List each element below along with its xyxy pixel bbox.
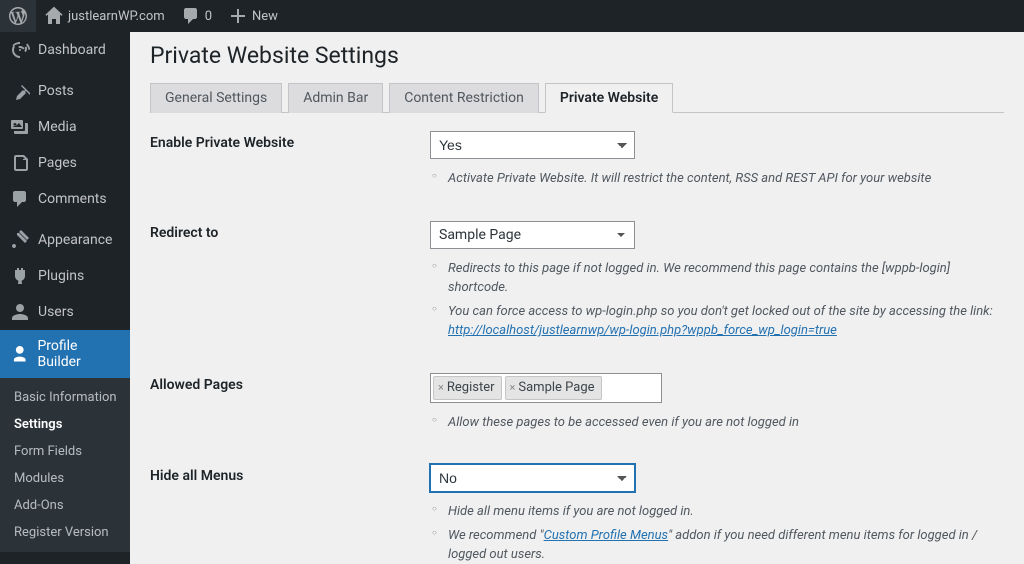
tab-general-settings[interactable]: General Settings	[150, 83, 282, 113]
dashboard-icon	[10, 40, 30, 60]
sidebar-item-tools[interactable]: Tools	[0, 557, 130, 564]
enable-private-website-select[interactable]: Yes	[430, 131, 635, 159]
remove-tag-icon[interactable]: ×	[438, 381, 444, 394]
submenu-item-form-fields[interactable]: Form Fields	[0, 438, 130, 465]
allowed-pages-label: Allowed Pages	[150, 373, 430, 437]
force-login-link[interactable]: http://localhost/justlearnwp/wp-login.ph…	[448, 323, 837, 338]
hide-all-menus-select[interactable]: No	[430, 464, 635, 492]
new-content-button[interactable]: New	[220, 0, 286, 32]
tab-private-website[interactable]: Private Website	[545, 83, 673, 113]
sidebar-label: Appearance	[38, 232, 112, 248]
tab-admin-bar[interactable]: Admin Bar	[288, 83, 383, 113]
sidebar-item-comments[interactable]: Comments	[0, 181, 130, 217]
redirect-to-label: Redirect to	[150, 221, 430, 345]
tab-content-restriction[interactable]: Content Restriction	[389, 83, 539, 113]
page-title: Private Website Settings	[150, 42, 1004, 69]
enable-desc: Activate Private Website. It will restri…	[430, 169, 1004, 189]
enable-private-website-label: Enable Private Website	[150, 131, 430, 193]
sidebar-label: Users	[38, 304, 74, 320]
sidebar-item-plugins[interactable]: Plugins	[0, 258, 130, 294]
hidemenus-desc-1: Hide all menu items if you are not logge…	[430, 502, 1004, 522]
tabs-nav: General Settings Admin Bar Content Restr…	[150, 83, 1004, 113]
sidebar-label: Media	[38, 119, 77, 135]
comments-count: 0	[205, 9, 212, 24]
sidebar-item-media[interactable]: Media	[0, 109, 130, 145]
page-icon	[10, 153, 30, 173]
wordpress-icon	[8, 6, 28, 26]
profile-icon	[10, 344, 29, 364]
comment-icon	[181, 6, 201, 26]
media-icon	[10, 117, 30, 137]
hide-all-menus-label: Hide all Menus	[150, 464, 430, 564]
pin-icon	[10, 81, 30, 101]
redirect-desc-2: You can force access to wp-login.php so …	[430, 302, 1004, 341]
redirect-to-select[interactable]: Sample Page	[430, 221, 635, 249]
wp-logo-button[interactable]	[0, 0, 36, 32]
comment-icon	[10, 189, 30, 209]
sidebar-label: Plugins	[38, 268, 84, 284]
sidebar-label: Profile Builder	[37, 338, 122, 370]
site-name-button[interactable]: justlearnWP.com	[36, 0, 173, 32]
admin-bar: justlearnWP.com 0 New	[0, 0, 1024, 32]
new-label: New	[252, 9, 278, 24]
main-content: Private Website Settings General Setting…	[130, 32, 1024, 564]
comments-button[interactable]: 0	[173, 0, 220, 32]
plugin-icon	[10, 266, 30, 286]
redirect-desc-1: Redirects to this page if not logged in.…	[430, 259, 1004, 298]
sidebar-item-posts[interactable]: Posts	[0, 73, 130, 109]
submenu-item-add-ons[interactable]: Add-Ons	[0, 492, 130, 519]
submenu-item-modules[interactable]: Modules	[0, 465, 130, 492]
plus-icon	[228, 6, 248, 26]
allowed-page-tag[interactable]: ×Sample Page	[505, 376, 602, 400]
sidebar-label: Pages	[38, 155, 77, 171]
brush-icon	[10, 230, 30, 250]
submenu-profile-builder: Basic Information Settings Form Fields M…	[0, 378, 130, 552]
allowed-pages-input[interactable]: ×Register ×Sample Page	[430, 373, 662, 403]
custom-profile-menus-link[interactable]: Custom Profile Menus	[544, 528, 668, 543]
allowed-page-tag[interactable]: ×Register	[433, 376, 502, 400]
sidebar-label: Posts	[38, 83, 74, 99]
sidebar-item-profile-builder[interactable]: Profile Builder	[0, 330, 130, 378]
sidebar-label: Comments	[38, 191, 107, 207]
sidebar-item-users[interactable]: Users	[0, 294, 130, 330]
sidebar-item-dashboard[interactable]: Dashboard	[0, 32, 130, 68]
user-icon	[10, 302, 30, 322]
home-icon	[44, 6, 64, 26]
sidebar-item-appearance[interactable]: Appearance	[0, 222, 130, 258]
admin-sidebar: Dashboard Posts Media Pages Comments App…	[0, 32, 130, 564]
site-name: justlearnWP.com	[68, 9, 165, 24]
allowed-desc: Allow these pages to be accessed even if…	[430, 413, 1004, 433]
submenu-item-register-version[interactable]: Register Version	[0, 519, 130, 546]
sidebar-label: Dashboard	[38, 42, 106, 58]
submenu-item-basic-information[interactable]: Basic Information	[0, 384, 130, 411]
sidebar-item-pages[interactable]: Pages	[0, 145, 130, 181]
remove-tag-icon[interactable]: ×	[510, 381, 516, 394]
submenu-item-settings[interactable]: Settings	[0, 411, 130, 438]
hidemenus-desc-2: We recommend "Custom Profile Menus" addo…	[430, 526, 1004, 564]
